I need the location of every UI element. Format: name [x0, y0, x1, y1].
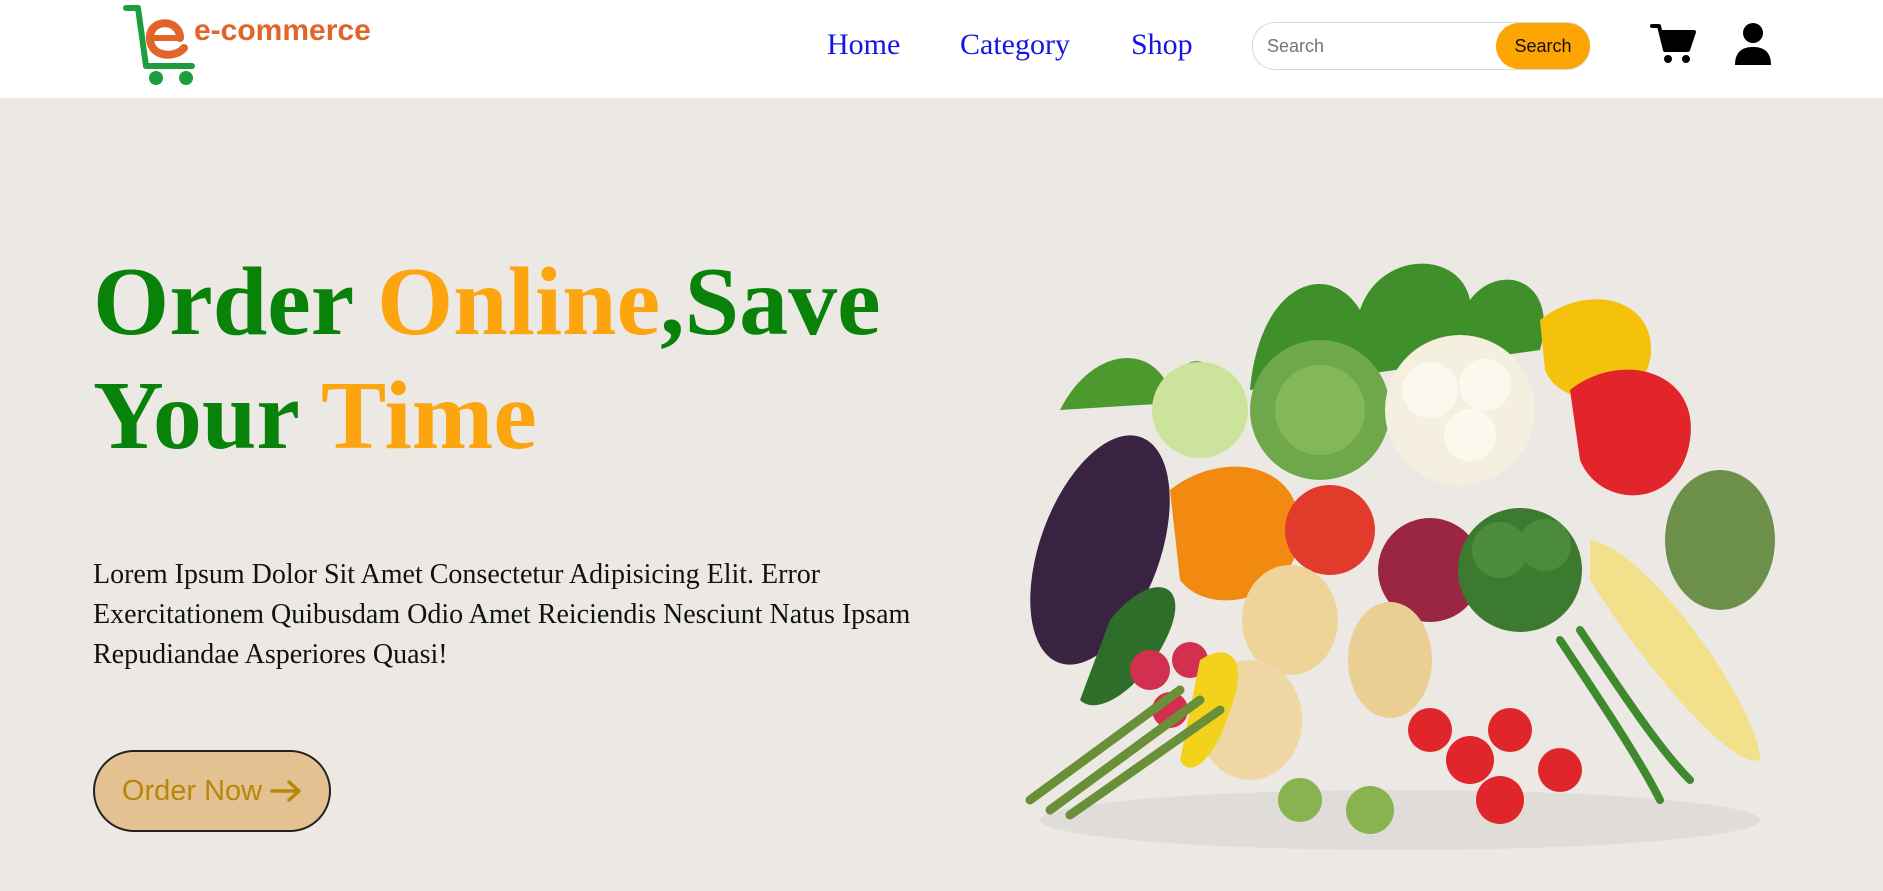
- hero-title-word-order: Order: [93, 248, 353, 356]
- nav-home[interactable]: Home: [827, 28, 900, 62]
- user-icon[interactable]: [1734, 22, 1772, 71]
- site-header: e-commerce Home Category Shop Search: [0, 0, 1883, 98]
- order-now-button[interactable]: Order Now: [93, 750, 331, 832]
- hero-title-word-your: Your: [93, 362, 299, 470]
- hero-title-word-online: Online: [376, 248, 661, 356]
- nav-shop[interactable]: Shop: [1131, 28, 1193, 62]
- hero-title-word-time: Time: [320, 362, 537, 470]
- logo[interactable]: e-commerce: [120, 4, 390, 90]
- hero-description: Lorem Ipsum Dolor Sit Amet Consectetur A…: [93, 559, 911, 670]
- cart-icon[interactable]: [1650, 22, 1696, 69]
- search-button[interactable]: Search: [1496, 23, 1590, 69]
- vegetables-image: [1025, 263, 1775, 850]
- logo-text: e-commerce: [194, 14, 371, 47]
- order-now-label: Order Now: [121, 774, 263, 807]
- nav-category[interactable]: Category: [960, 28, 1070, 62]
- search-bar: Search: [1252, 22, 1590, 70]
- hero-title-word-save: ,Save: [660, 248, 881, 356]
- hero-title: Order Online,Save Your Time: [93, 245, 953, 473]
- arrow-right-icon: [270, 780, 301, 802]
- search-input[interactable]: [1265, 31, 1489, 61]
